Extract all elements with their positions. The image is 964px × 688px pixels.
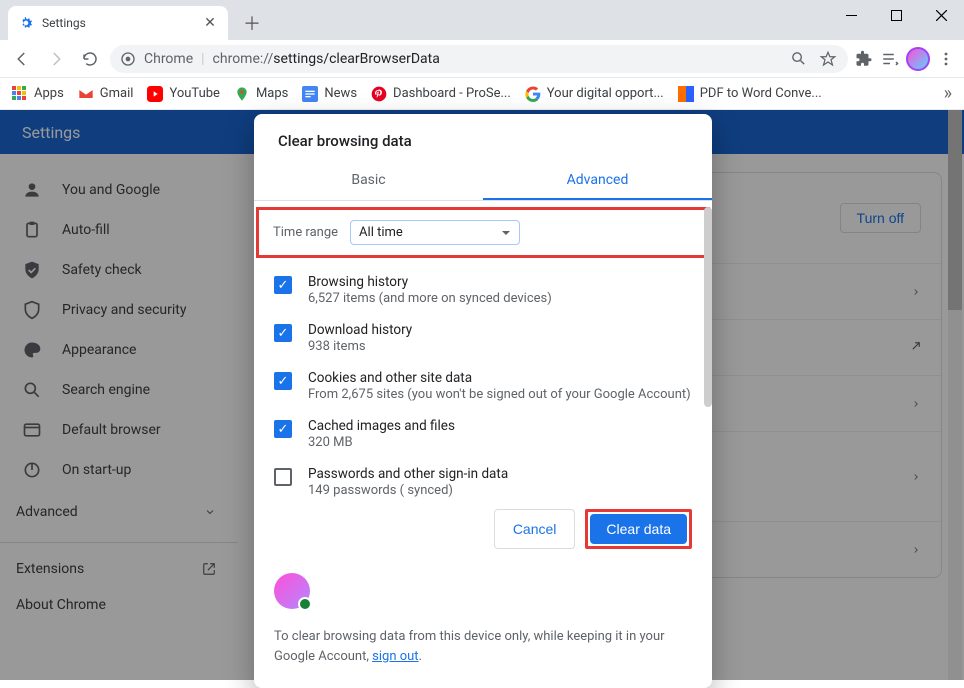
window-close-button[interactable] xyxy=(919,0,964,30)
bookmark-overflow-icon[interactable]: » xyxy=(944,83,952,104)
option-subtitle: 938 items xyxy=(308,339,412,354)
option-title: Download history xyxy=(308,322,412,338)
bookmark-label: News xyxy=(324,86,357,101)
bookmark-label: Dashboard - ProSe... xyxy=(393,86,511,101)
google-g-icon xyxy=(525,86,541,102)
window-maximize-button[interactable] xyxy=(874,0,919,30)
bookmark-label: Apps xyxy=(34,86,64,101)
option-title: Cached images and files xyxy=(308,418,455,434)
option-subtitle: 149 passwords ( synced) xyxy=(308,483,508,498)
option-subtitle: 6,527 items (and more on synced devices) xyxy=(308,291,552,306)
bookmark-label: Your digital opport... xyxy=(547,86,664,101)
checkbox[interactable]: ✓ xyxy=(274,276,292,294)
clear-data-option[interactable]: ✓ Browsing history6,527 items (and more o… xyxy=(274,266,692,314)
browser-toolbar: Chrome | chrome://settings/clearBrowserD… xyxy=(0,40,964,78)
bookmark-label: YouTube xyxy=(169,86,220,101)
maps-pin-icon xyxy=(234,86,250,102)
close-tab-icon[interactable]: ✕ xyxy=(202,15,218,31)
bookmark-apps[interactable]: Apps xyxy=(12,86,64,102)
option-title: Passwords and other sign-in data xyxy=(308,466,508,482)
bookmark-youtube[interactable]: YouTube xyxy=(147,86,220,102)
bookmark-label: PDF to Word Conve... xyxy=(700,86,822,101)
settings-page: Settings You and Google Auto-fill Safety… xyxy=(0,110,964,680)
option-subtitle: 320 MB xyxy=(308,435,455,450)
reading-list-icon[interactable] xyxy=(880,49,900,69)
checkbox[interactable]: ✓ xyxy=(274,324,292,342)
forward-button[interactable] xyxy=(42,45,70,73)
time-range-row: Time range All time xyxy=(256,207,710,258)
time-range-select[interactable]: All time xyxy=(350,220,520,245)
back-button[interactable] xyxy=(8,45,36,73)
bookmark-label: Maps xyxy=(256,86,288,101)
news-icon xyxy=(302,86,318,102)
sync-badge-icon xyxy=(298,597,312,611)
option-subtitle: From 2,675 sites (you won't be signed ou… xyxy=(308,387,691,402)
pdf-icon xyxy=(678,86,694,102)
clear-data-option[interactable]: ✓ Cached images and files320 MB xyxy=(274,410,692,458)
option-title: Browsing history xyxy=(308,274,552,290)
window-titlebar: Settings ✕ ＋ xyxy=(0,0,964,40)
chrome-icon xyxy=(120,51,136,67)
clear-data-option[interactable]: ✓ Passwords and other sign-in data149 pas… xyxy=(274,458,692,506)
bookmark-pdf[interactable]: PDF to Word Conve... xyxy=(678,86,822,102)
checkbox[interactable]: ✓ xyxy=(274,372,292,390)
settings-gear-icon xyxy=(18,15,34,31)
sync-avatar xyxy=(274,573,310,609)
chrome-menu-icon[interactable] xyxy=(936,49,956,69)
youtube-icon xyxy=(147,86,163,102)
clear-browsing-data-dialog: Clear browsing data Basic Advanced Time … xyxy=(254,114,712,688)
dialog-scrollbar-thumb[interactable] xyxy=(704,207,712,407)
bookmark-news[interactable]: News xyxy=(302,86,357,102)
bookmark-gmail[interactable]: Gmail xyxy=(78,86,134,102)
sign-out-link[interactable]: sign out xyxy=(372,649,418,664)
clear-data-option[interactable]: ✓ Cookies and other site dataFrom 2,675 s… xyxy=(274,362,692,410)
clear-data-option[interactable]: ✓ Download history938 items xyxy=(274,314,692,362)
extensions-puzzle-icon[interactable] xyxy=(854,49,874,69)
time-range-value: All time xyxy=(359,225,403,240)
new-tab-button[interactable]: ＋ xyxy=(238,9,266,37)
bookmark-label: Gmail xyxy=(100,86,134,101)
tab-advanced[interactable]: Advanced xyxy=(483,162,712,200)
checkbox[interactable]: ✓ xyxy=(274,420,292,438)
url-scheme: chrome:// xyxy=(213,51,274,67)
tab-title: Settings xyxy=(42,16,194,30)
bookmark-google[interactable]: Your digital opport... xyxy=(525,86,664,102)
bookmark-bar: Apps Gmail YouTube Maps News Dashboard -… xyxy=(0,78,964,110)
url-path: settings/clearBrowserData xyxy=(273,51,440,67)
checkbox[interactable]: ✓ xyxy=(274,468,292,486)
omnibox-chrome-label: Chrome xyxy=(144,51,193,67)
bookmark-star-icon[interactable] xyxy=(818,49,838,69)
bookmark-maps[interactable]: Maps xyxy=(234,86,288,102)
reload-button[interactable] xyxy=(76,45,104,73)
dropdown-caret-icon xyxy=(501,228,511,238)
dialog-sync-account-row xyxy=(254,565,712,623)
clear-data-button[interactable]: Clear data xyxy=(590,514,687,544)
gmail-icon xyxy=(78,86,94,102)
bookmark-pinterest[interactable]: Dashboard - ProSe... xyxy=(371,86,511,102)
address-bar[interactable]: Chrome | chrome://settings/clearBrowserD… xyxy=(110,45,848,73)
browser-tab[interactable]: Settings ✕ xyxy=(8,6,228,40)
profile-avatar[interactable] xyxy=(906,47,930,71)
zoom-icon[interactable] xyxy=(788,49,808,69)
dialog-footer-text: To clear browsing data from this device … xyxy=(254,623,712,688)
pinterest-icon xyxy=(371,86,387,102)
apps-grid-icon xyxy=(12,86,28,102)
cancel-button[interactable]: Cancel xyxy=(494,509,576,549)
option-title: Cookies and other site data xyxy=(308,370,691,386)
tab-basic[interactable]: Basic xyxy=(254,162,483,200)
time-range-label: Time range xyxy=(273,225,338,240)
dialog-title: Clear browsing data xyxy=(254,114,712,162)
window-minimize-button[interactable] xyxy=(829,0,874,30)
